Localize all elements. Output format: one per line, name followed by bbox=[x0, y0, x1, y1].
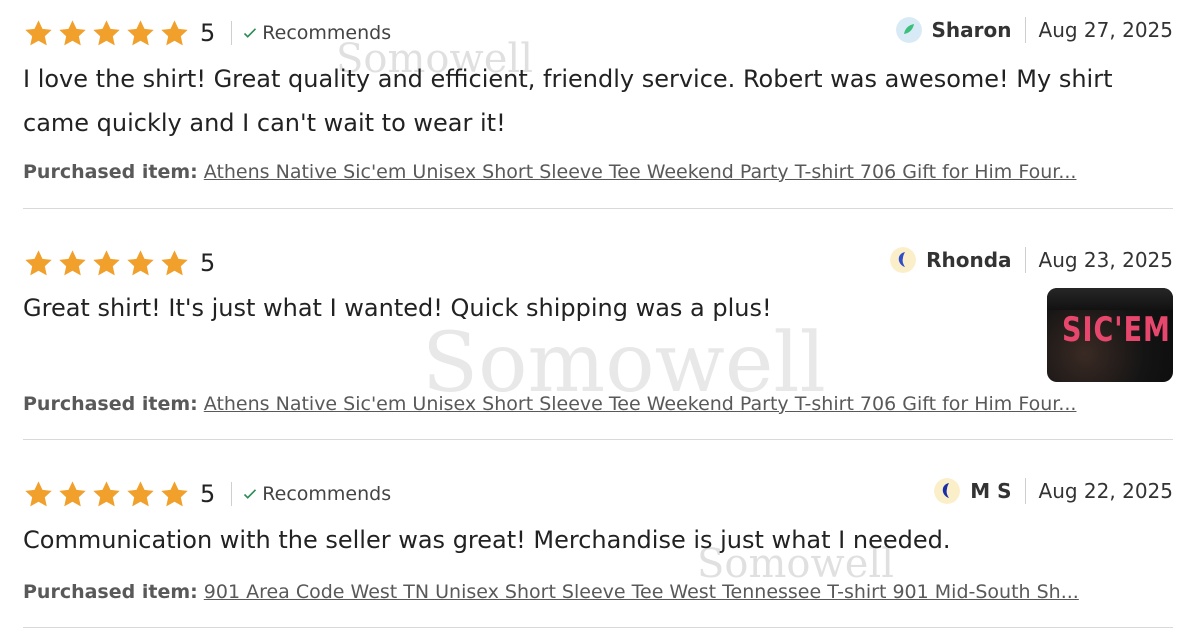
check-icon bbox=[244, 28, 257, 38]
review-text: Great shirt! It's just what I wanted! Qu… bbox=[23, 294, 772, 322]
star-icon bbox=[59, 19, 86, 45]
review-text: Communication with the seller was great!… bbox=[23, 526, 951, 554]
star-icon bbox=[59, 249, 86, 275]
purchased-item: Purchased item: Athens Native Sic'em Uni… bbox=[23, 161, 1076, 183]
review-date: Aug 22, 2025 bbox=[1038, 479, 1173, 503]
star-icon bbox=[161, 249, 188, 275]
star-icon bbox=[127, 249, 154, 275]
review-text: I love the shirt! Great quality and effi… bbox=[23, 65, 1113, 137]
review-divider bbox=[23, 627, 1173, 628]
divider bbox=[1024, 17, 1026, 43]
check-icon bbox=[244, 489, 257, 499]
review-card: 5 Recommends Sharon Aug 27, 2025 I love … bbox=[23, 0, 1173, 208]
review-meta: Sharon Aug 27, 2025 bbox=[895, 14, 1173, 46]
purchased-item-label: Purchased item: bbox=[23, 161, 198, 183]
rating-value: 5 bbox=[200, 480, 216, 508]
star-rating bbox=[23, 248, 190, 279]
reviewer-name[interactable]: Sharon bbox=[932, 18, 1012, 42]
star-icon bbox=[93, 480, 120, 506]
recommends-label: Recommends bbox=[262, 22, 392, 44]
review-card: 5 Recommends M S Aug 22, 2025 Communicat… bbox=[23, 440, 1173, 628]
recommends-label: Recommends bbox=[262, 483, 392, 505]
star-icon bbox=[127, 480, 154, 506]
recommends-badge: Recommends bbox=[242, 22, 391, 44]
rating-row: 5 Recommends bbox=[23, 476, 391, 512]
star-icon bbox=[59, 480, 86, 506]
rating-row: 5 bbox=[23, 245, 215, 281]
rating-value: 5 bbox=[200, 249, 216, 277]
reviewer-name[interactable]: Rhonda bbox=[926, 248, 1011, 272]
star-icon bbox=[25, 19, 52, 45]
star-icon bbox=[25, 480, 52, 506]
star-icon bbox=[127, 19, 154, 45]
purchased-item: Purchased item: Athens Native Sic'em Uni… bbox=[23, 393, 1076, 415]
purchased-item: Purchased item: 901 Area Code West TN Un… bbox=[23, 581, 1079, 603]
divider bbox=[1024, 247, 1026, 273]
star-icon bbox=[93, 19, 120, 45]
review-card: 5 Rhonda Aug 23, 2025 Great shirt! It's … bbox=[23, 209, 1173, 439]
review-photo[interactable]: SIC'EM bbox=[1047, 288, 1173, 382]
star-icon bbox=[93, 249, 120, 275]
purchased-item-link[interactable]: 901 Area Code West TN Unisex Short Sleev… bbox=[204, 581, 1079, 603]
recommends-badge: Recommends bbox=[242, 483, 391, 505]
purchased-item-link[interactable]: Athens Native Sic'em Unisex Short Sleeve… bbox=[204, 393, 1077, 415]
avatar[interactable] bbox=[895, 17, 922, 43]
photo-shirt-print: SIC'EM bbox=[1062, 311, 1171, 350]
divider bbox=[231, 21, 233, 45]
avatar[interactable] bbox=[934, 478, 961, 504]
rating-row: 5 Recommends bbox=[23, 15, 391, 51]
divider bbox=[1024, 478, 1026, 504]
purchased-item-link[interactable]: Athens Native Sic'em Unisex Short Sleeve… bbox=[204, 161, 1077, 183]
star-icon bbox=[161, 19, 188, 45]
star-rating bbox=[23, 18, 190, 49]
review-meta: M S Aug 22, 2025 bbox=[934, 475, 1173, 507]
rating-value: 5 bbox=[200, 19, 216, 47]
star-icon bbox=[25, 249, 52, 275]
photo-shirt-fold bbox=[1047, 288, 1173, 310]
divider bbox=[231, 482, 233, 506]
purchased-item-label: Purchased item: bbox=[23, 581, 198, 603]
avatar[interactable] bbox=[890, 247, 917, 273]
reviewer-name[interactable]: M S bbox=[970, 479, 1011, 503]
review-meta: Rhonda Aug 23, 2025 bbox=[890, 244, 1173, 276]
review-date: Aug 23, 2025 bbox=[1038, 248, 1173, 272]
star-icon bbox=[161, 480, 188, 506]
purchased-item-label: Purchased item: bbox=[23, 393, 198, 415]
review-date: Aug 27, 2025 bbox=[1038, 18, 1173, 42]
star-rating bbox=[23, 479, 190, 510]
